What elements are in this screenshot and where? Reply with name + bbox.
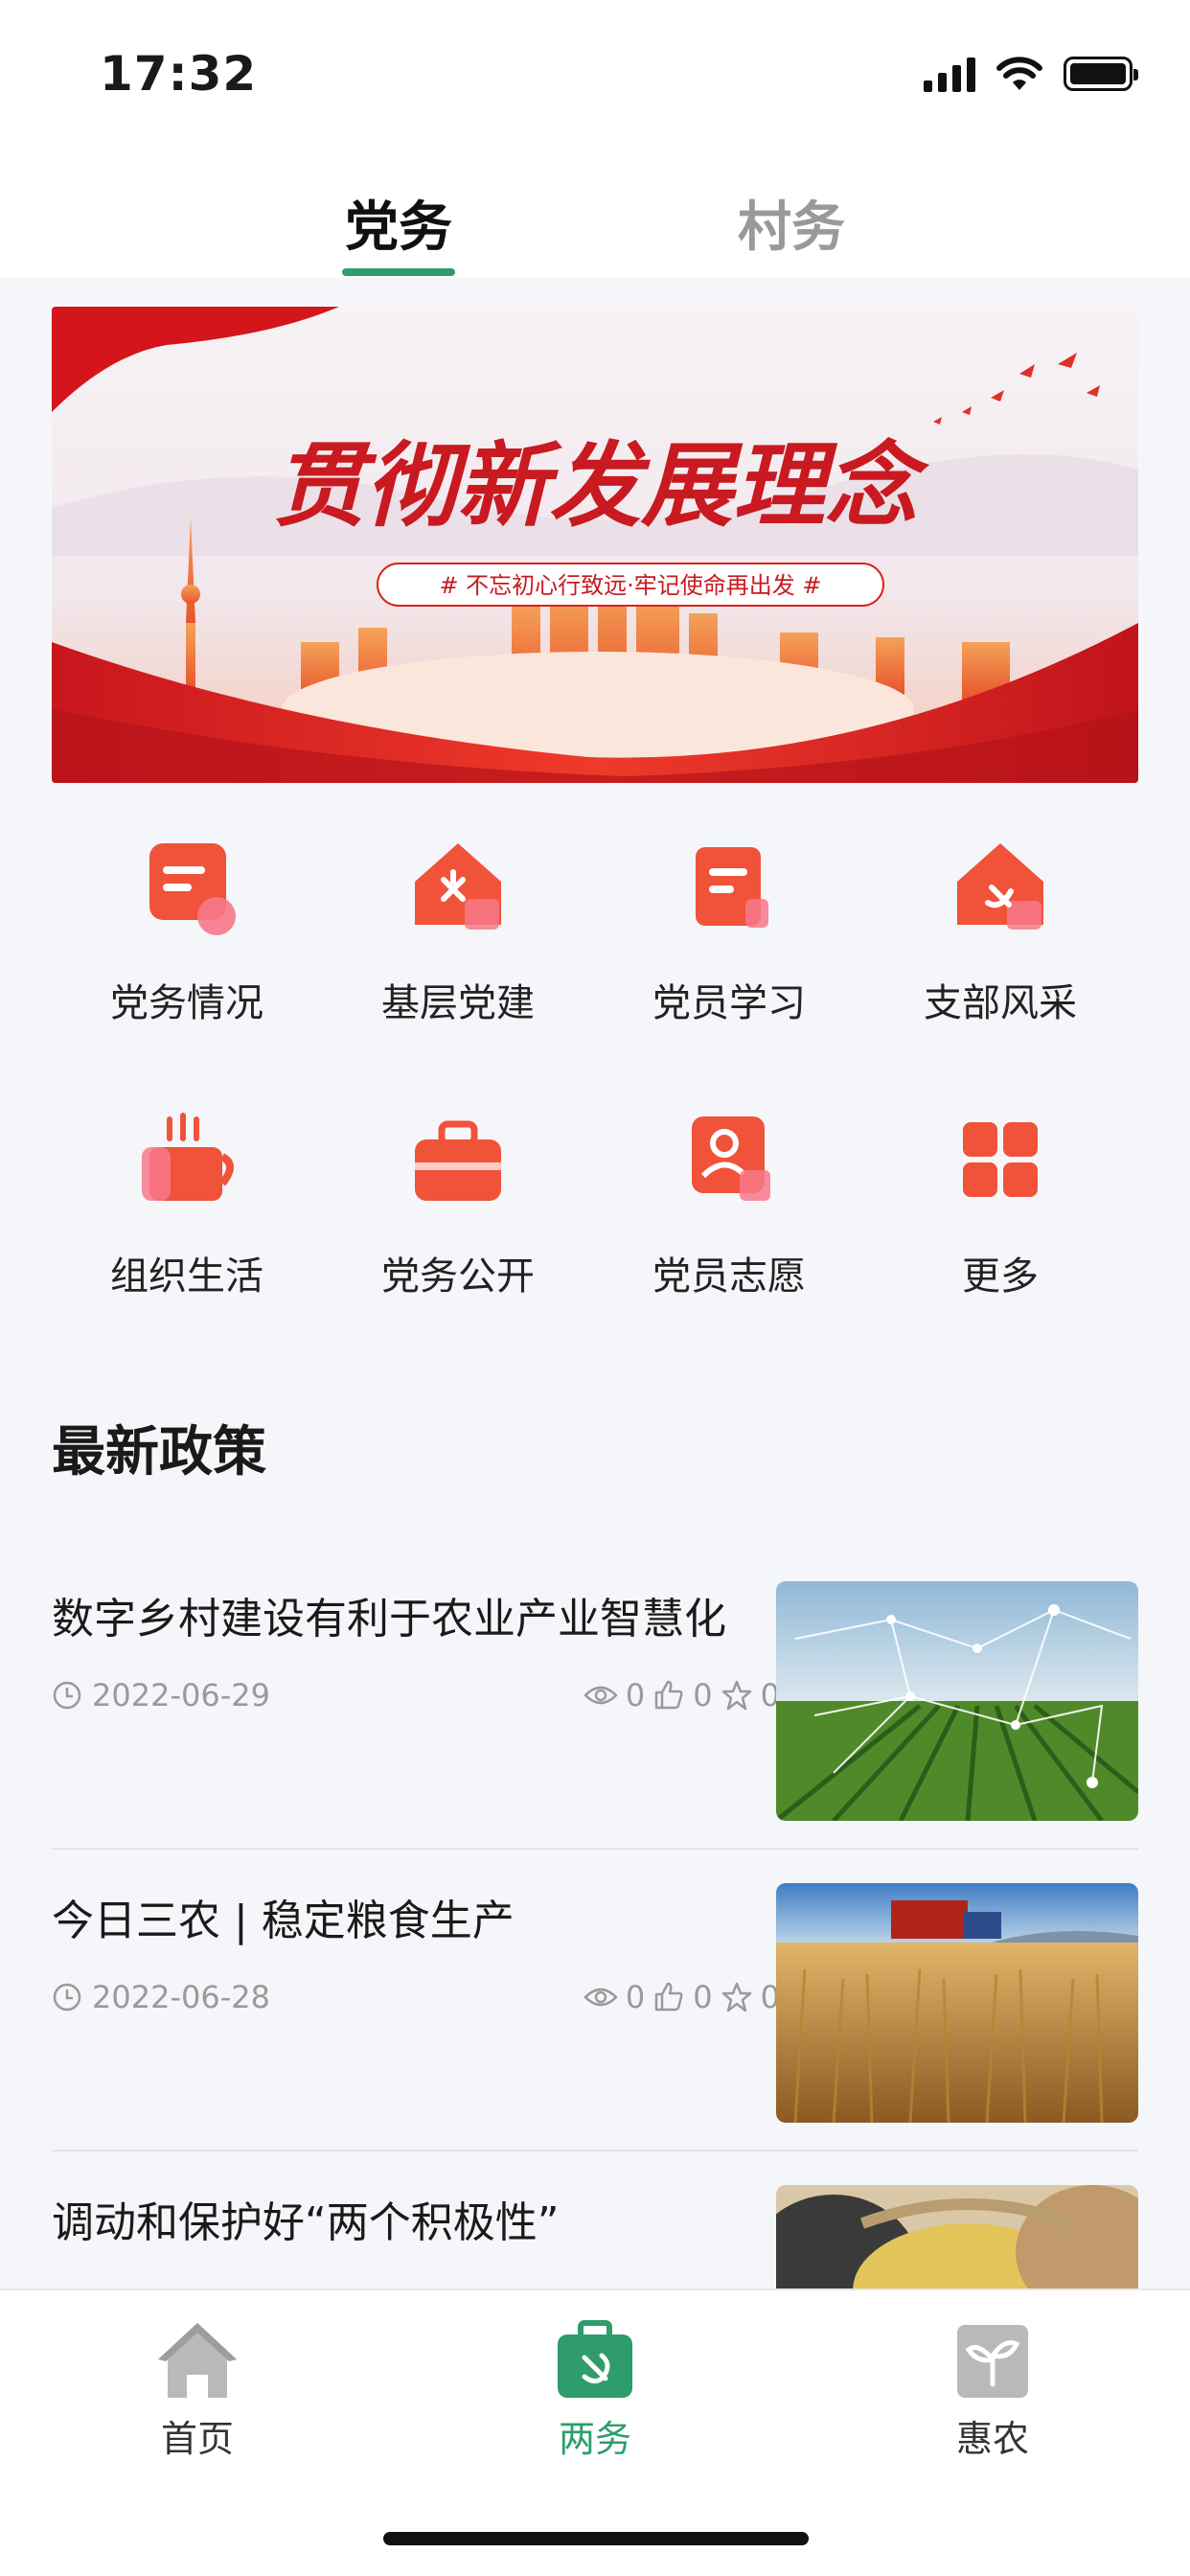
section-title-latest-policy: 最新政策	[52, 1421, 266, 1484]
battery-icon	[1064, 57, 1138, 91]
news-stats: 0 0 0	[584, 1979, 780, 2015]
grid-label: 更多	[962, 1254, 1039, 1299]
grid-label: 组织生活	[110, 1254, 263, 1299]
grid-item-org-life[interactable]: 组织生活	[81, 1107, 292, 1300]
status-icons	[924, 56, 1138, 92]
party-house-icon	[415, 843, 501, 930]
volunteer-icon	[692, 1116, 770, 1201]
clock-icon	[53, 1983, 81, 2012]
bottom-navigation: 首页 两务 惠农	[0, 2288, 1190, 2576]
tab-village-affairs[interactable]: 村务	[696, 184, 887, 262]
nav-label: 首页	[160, 2418, 234, 2460]
party-briefcase-icon	[558, 2320, 632, 2398]
clock-icon	[53, 1681, 81, 1710]
grid-item-party-open[interactable]: 党务公开	[353, 1107, 563, 1300]
thumbs-up-icon[interactable]	[652, 1679, 685, 1712]
news-stats: 0 0 0	[584, 1677, 780, 1714]
star-icon[interactable]	[721, 1679, 753, 1712]
nav-label: 惠农	[955, 2418, 1029, 2460]
active-tab-indicator	[342, 268, 455, 276]
like-count: 0	[693, 1677, 713, 1714]
cup-icon	[142, 1113, 234, 1201]
news-date: 2022-06-28	[52, 1979, 270, 2015]
status-time: 17:32	[100, 46, 258, 102]
news-item[interactable]: 调动和保护好“两个积极性”	[52, 2185, 1138, 2288]
news-date: 2022-06-29	[52, 1677, 270, 1714]
branch-house-icon	[957, 843, 1043, 930]
grid-label: 基层党建	[381, 981, 535, 1025]
cellular-signal-icon	[924, 56, 975, 92]
news-title: 今日三农 | 稳定粮食生产	[52, 1897, 515, 1945]
news-thumbnail	[776, 1581, 1138, 1821]
news-title: 调动和保护好“两个积极性”	[52, 2198, 560, 2247]
briefcase-icon	[415, 1120, 501, 1201]
grid-item-member-volunteer[interactable]: 党员志愿	[624, 1107, 835, 1300]
grid-label: 党务情况	[110, 981, 263, 1025]
news-item[interactable]: 数字乡村建设有利于农业产业智慧化 2022-06-29 0 0 0	[52, 1581, 1138, 1821]
nav-item-benefit-farmers[interactable]: 惠农	[878, 2317, 1108, 2462]
grid-label: 党员学习	[652, 981, 806, 1025]
grid-item-more[interactable]: 更多	[895, 1107, 1106, 1300]
thumbs-up-icon[interactable]	[652, 1981, 685, 2013]
grid-label: 党员志愿	[652, 1254, 806, 1299]
divider	[52, 2150, 1138, 2151]
news-date-text: 2022-06-28	[92, 1979, 270, 2015]
nav-item-two-affairs[interactable]: 两务	[480, 2317, 710, 2462]
nav-item-home[interactable]: 首页	[82, 2317, 312, 2462]
news-date-text: 2022-06-29	[92, 1677, 270, 1714]
top-tabs: 党务 村务	[0, 144, 1190, 278]
banner-slogan: # 不忘初心行致远·牢记使命再出发 #	[439, 572, 821, 599]
news-meta: 2022-06-29 0 0 0	[52, 1677, 780, 1715]
banner-carousel[interactable]: 贯彻新发展理念 # 不忘初心行致远·牢记使命再出发 #	[52, 307, 1138, 783]
home-indicator	[383, 2532, 809, 2545]
more-grid-icon	[963, 1122, 1038, 1197]
nav-label: 两务	[558, 2418, 631, 2460]
view-count: 0	[625, 1677, 646, 1714]
grid-label: 支部风采	[924, 981, 1077, 1025]
divider	[52, 1848, 1138, 1850]
eye-icon	[584, 1686, 618, 1705]
news-item[interactable]: 今日三农 | 稳定粮食生产 2022-06-28 0 0 0	[52, 1883, 1138, 2123]
like-count: 0	[693, 1979, 713, 2015]
home-icon	[158, 2323, 237, 2398]
wifi-icon	[996, 57, 1042, 90]
banner-headline: 贯彻新发展理念	[273, 435, 930, 538]
sprout-icon	[957, 2325, 1028, 2398]
grid-item-grassroots-building[interactable]: 基层党建	[353, 834, 563, 1027]
news-meta: 2022-06-28 0 0 0	[52, 1979, 780, 2017]
study-icon	[696, 847, 768, 928]
grid-item-party-status[interactable]: 党务情况	[81, 834, 292, 1027]
view-count: 0	[625, 1979, 646, 2015]
eye-icon	[584, 1988, 618, 2007]
news-thumbnail	[776, 2185, 1138, 2288]
grid-item-branch-style[interactable]: 支部风采	[895, 834, 1106, 1027]
status-bar: 17:32	[0, 0, 1190, 144]
banner-image: 贯彻新发展理念 # 不忘初心行致远·牢记使命再出发 #	[52, 307, 1138, 783]
grid-label: 党务公开	[381, 1254, 535, 1299]
grid-item-member-study[interactable]: 党员学习	[624, 834, 835, 1027]
news-thumbnail	[776, 1883, 1138, 2123]
news-title: 数字乡村建设有利于农业产业智慧化	[52, 1595, 726, 1644]
document-icon	[149, 843, 236, 935]
star-icon[interactable]	[721, 1981, 753, 2013]
tab-party-affairs[interactable]: 党务	[303, 184, 494, 262]
